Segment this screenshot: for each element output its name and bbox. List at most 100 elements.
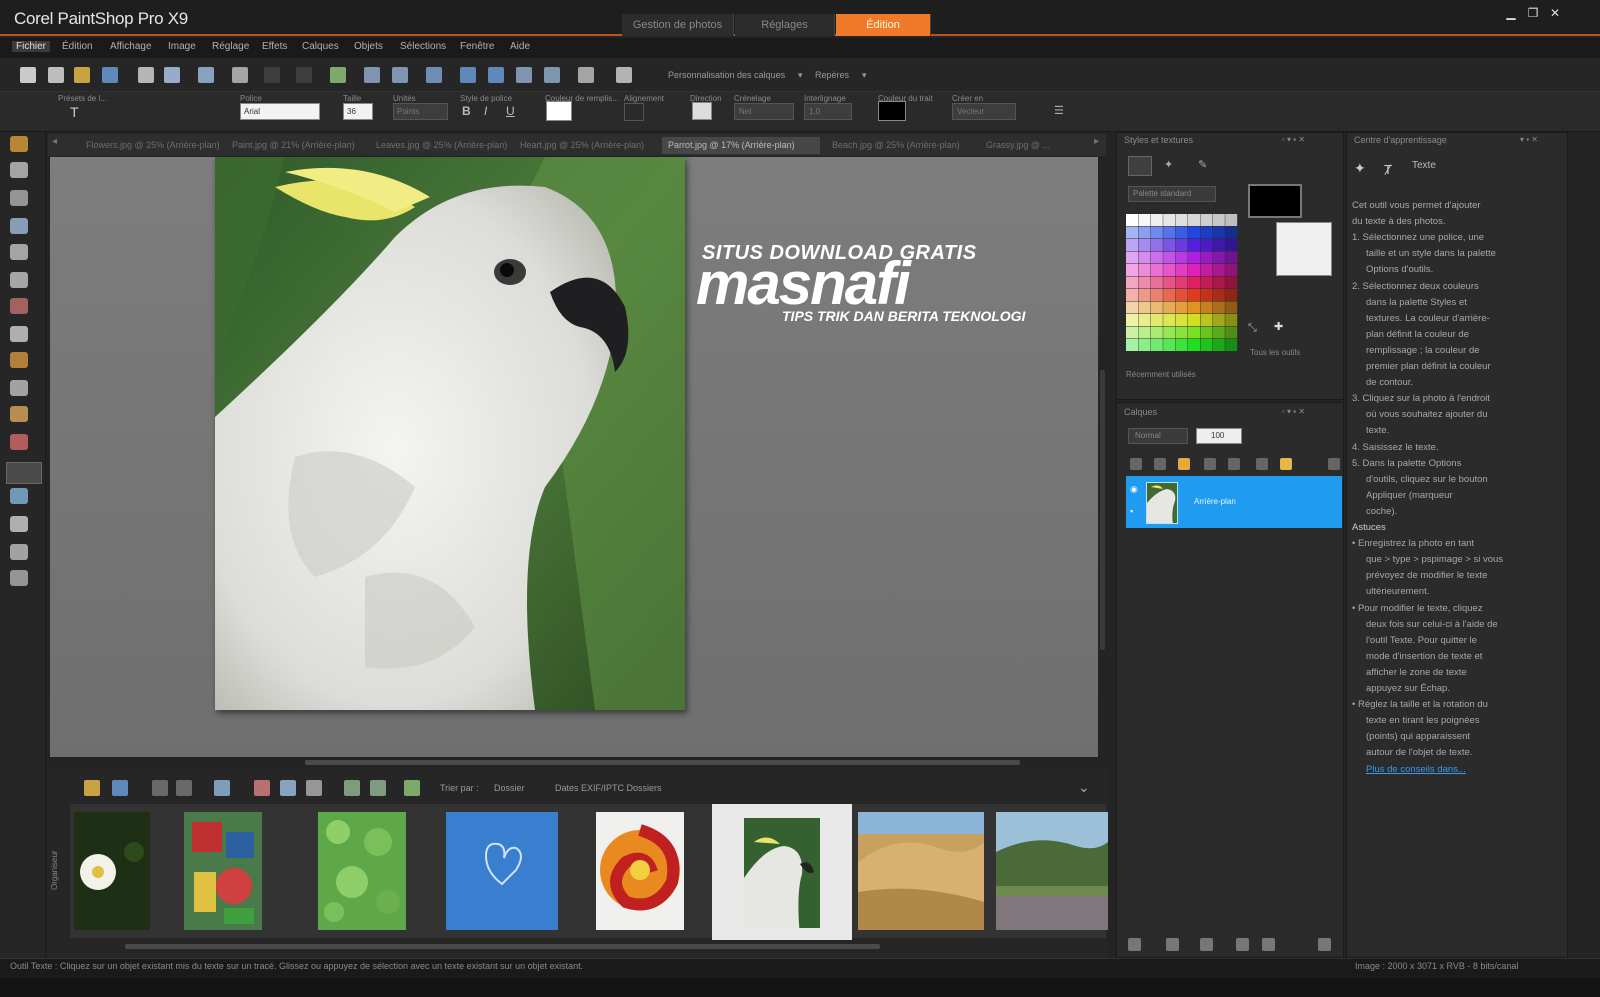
- guides-dropdown[interactable]: Repères: [815, 70, 849, 80]
- share-icon[interactable]: [198, 67, 214, 83]
- straighten-icon[interactable]: [10, 272, 28, 288]
- paste-icon[interactable]: [296, 67, 312, 83]
- palette-tab-icon[interactable]: [1128, 156, 1152, 176]
- doc-tab-4[interactable]: Parrot.jpg @ 17% (Arrière-plan): [662, 137, 820, 154]
- blend-mode-select[interactable]: Normal: [1128, 428, 1188, 444]
- panel-menu-icon[interactable]: ▫ ▾ ▪ ✕: [1282, 407, 1305, 416]
- workspace-tab-adjust[interactable]: Réglages: [735, 14, 835, 36]
- share-icon[interactable]: [280, 780, 296, 796]
- workspace-tab-edit[interactable]: Édition: [836, 14, 931, 36]
- color-swatches[interactable]: [1126, 214, 1238, 352]
- folder-icon[interactable]: [1280, 458, 1292, 470]
- doc-tab-0[interactable]: Flowers.jpg @ 25% (Arrière-plan): [86, 137, 226, 154]
- maximize-icon[interactable]: ❐: [1526, 6, 1540, 20]
- lock-icon[interactable]: [1262, 938, 1275, 951]
- pick-icon[interactable]: [10, 162, 28, 178]
- plus-icon[interactable]: ✚: [1274, 320, 1283, 333]
- brush-icon[interactable]: [1204, 458, 1216, 470]
- thumbnail-leaves[interactable]: [318, 812, 406, 930]
- redo-icon[interactable]: [392, 67, 408, 83]
- menu-item-4[interactable]: Réglage: [212, 41, 249, 52]
- doc-tab-6[interactable]: Grassy.jpg @ ...: [986, 137, 1076, 154]
- minimize-icon[interactable]: ▁: [1504, 6, 1518, 20]
- menu-item-8[interactable]: Sélections: [400, 41, 446, 52]
- brush-icon[interactable]: ✦: [1164, 158, 1173, 171]
- new-icon[interactable]: [20, 67, 36, 83]
- direction-icon[interactable]: [692, 102, 712, 120]
- palette-select[interactable]: Palette standard: [1128, 186, 1216, 202]
- leading-input[interactable]: 1,0: [804, 103, 852, 120]
- delete-layer-icon[interactable]: [1318, 938, 1331, 951]
- histogram-icon[interactable]: [578, 67, 594, 83]
- chevron-down-icon[interactable]: ▾: [798, 70, 803, 81]
- doc-tab-1[interactable]: Paint.jpg @ 21% (Arrière-plan): [232, 137, 372, 154]
- all-tools-checkbox[interactable]: Tous les outils: [1250, 348, 1300, 357]
- eye-icon[interactable]: ◉: [1130, 484, 1138, 495]
- home-icon[interactable]: ✦: [1354, 160, 1366, 177]
- collapse-icon[interactable]: ⌄: [1078, 779, 1090, 796]
- organizer-scrollbar[interactable]: [125, 944, 880, 949]
- adjust-layer-icon[interactable]: [1154, 458, 1166, 470]
- menu-item-10[interactable]: Aide: [510, 41, 530, 52]
- menu-item-2[interactable]: Affichage: [110, 41, 152, 52]
- copy-icon[interactable]: [164, 67, 180, 83]
- italic-button[interactable]: I: [484, 104, 487, 118]
- chevron-left-icon[interactable]: ◂: [52, 136, 57, 147]
- pan-icon[interactable]: [10, 136, 28, 152]
- doc-tab-3[interactable]: Heart.jpg @ 25% (Arrière-plan): [520, 137, 658, 154]
- canvas-vertical-scrollbar[interactable]: [1100, 370, 1105, 650]
- pen-icon[interactable]: ✎: [1198, 158, 1207, 171]
- dodge-icon[interactable]: [10, 406, 28, 422]
- swap-colors-icon[interactable]: ⤡: [1248, 322, 1257, 335]
- effects-icon[interactable]: [1200, 938, 1213, 951]
- camera-icon[interactable]: [232, 67, 248, 83]
- open-icon[interactable]: [74, 67, 90, 83]
- warp-icon[interactable]: [10, 544, 28, 560]
- print-icon[interactable]: [138, 67, 154, 83]
- eyedropper-icon[interactable]: [10, 218, 28, 234]
- thumbnail-desert[interactable]: [858, 812, 984, 930]
- eraser-icon[interactable]: [10, 434, 28, 450]
- chevron-down-icon[interactable]: ▾: [862, 70, 867, 81]
- apply-icon[interactable]: ☰: [1054, 104, 1064, 117]
- bold-button[interactable]: B: [462, 104, 471, 118]
- thumbnail-paint[interactable]: [184, 812, 262, 930]
- folder-view-select[interactable]: Dates EXIF/IPTC Dossiers: [555, 783, 662, 793]
- doc-tab-2[interactable]: Leaves.jpg @ 25% (Arrière-plan): [376, 137, 516, 154]
- font-select[interactable]: Arial: [240, 103, 320, 120]
- red-eye-icon[interactable]: [10, 298, 28, 314]
- pen-icon[interactable]: [10, 516, 28, 532]
- clone-icon[interactable]: [10, 326, 28, 342]
- panel-menu-icon[interactable]: ▫ ▾ ▪ ✕: [1282, 135, 1305, 144]
- view-icon[interactable]: [112, 780, 128, 796]
- view1-icon[interactable]: [460, 67, 476, 83]
- trash-icon[interactable]: [1328, 458, 1340, 470]
- thumbnail-flower[interactable]: [74, 812, 150, 930]
- parrot-photo[interactable]: [215, 157, 685, 710]
- stroke-color-swatch[interactable]: [878, 101, 906, 121]
- menu-item-3[interactable]: Image: [168, 41, 196, 52]
- text-icon[interactable]: [6, 462, 42, 484]
- menu-item-7[interactable]: Objets: [354, 41, 383, 52]
- thumbnail-swirl[interactable]: [596, 812, 684, 930]
- brush-icon[interactable]: [10, 352, 28, 368]
- rating-icon[interactable]: [176, 780, 192, 796]
- sort-select[interactable]: Dossier: [494, 783, 525, 793]
- canvas-horizontal-scrollbar[interactable]: [305, 760, 1020, 765]
- fill-icon[interactable]: [1178, 458, 1190, 470]
- foreground-color[interactable]: [1248, 184, 1302, 218]
- menu-item-6[interactable]: Calques: [302, 41, 339, 52]
- menu-item-9[interactable]: Fenêtre: [460, 41, 494, 52]
- menu-item-1[interactable]: Édition: [62, 41, 93, 52]
- map-icon[interactable]: [404, 780, 420, 796]
- fill-icon[interactable]: [10, 380, 28, 396]
- panel-menu-icon[interactable]: ▾ ▪ ✕: [1520, 135, 1538, 144]
- workspace-icon[interactable]: [616, 67, 632, 83]
- create-as-select[interactable]: Vecteur: [952, 103, 1016, 120]
- new-layer-icon[interactable]: [1130, 458, 1142, 470]
- lock-icon[interactable]: ▪: [1130, 506, 1133, 516]
- thumbnail-parrot[interactable]: [744, 818, 820, 928]
- view2-icon[interactable]: [488, 67, 504, 83]
- background-color[interactable]: [1276, 222, 1332, 276]
- close-icon[interactable]: ✕: [1548, 6, 1562, 20]
